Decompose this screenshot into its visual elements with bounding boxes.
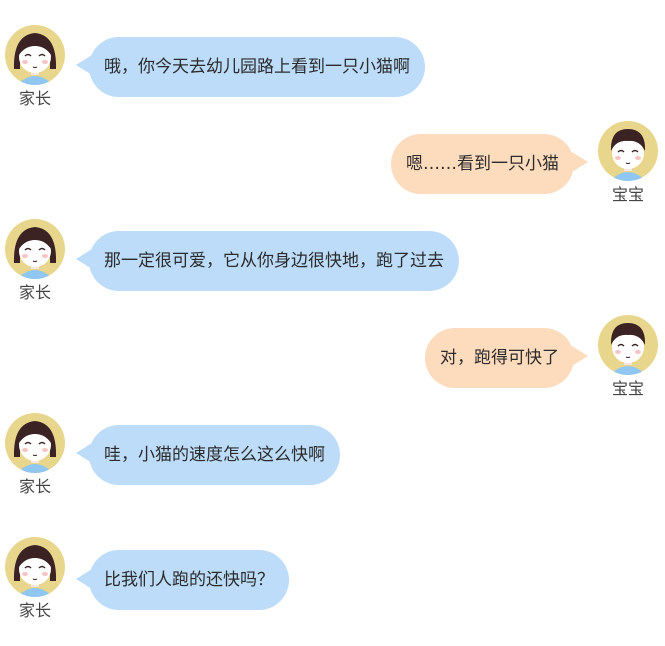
boy-avatar-icon xyxy=(598,315,658,375)
chat-bubble: 哇，小猫的速度怎么这么快啊 xyxy=(89,425,340,485)
chat-bubble: 对，跑得可快了 xyxy=(425,328,574,388)
girl-avatar-icon xyxy=(5,219,65,279)
child-avatar-group: 宝宝 xyxy=(598,121,658,205)
chat-bubble: 比我们人跑的还快吗？ xyxy=(89,550,289,610)
parent-avatar-group: 家长 xyxy=(5,219,65,303)
chat-bubble: 哦，你今天去幼儿园路上看到一只小猫啊 xyxy=(89,37,425,97)
child-avatar-group: 宝宝 xyxy=(598,315,658,399)
speaker-name: 家长 xyxy=(18,601,51,620)
girl-avatar-icon xyxy=(5,25,65,85)
speaker-name: 宝宝 xyxy=(611,379,644,398)
speaker-name: 家长 xyxy=(18,283,51,302)
girl-avatar-icon xyxy=(5,537,65,597)
speaker-name: 宝宝 xyxy=(611,185,644,204)
bubble-tail xyxy=(572,346,588,366)
speaker-name: 家长 xyxy=(18,89,51,108)
parent-avatar-group: 家长 xyxy=(5,537,65,621)
parent-avatar-group: 家长 xyxy=(5,25,65,109)
girl-avatar-icon xyxy=(5,413,65,473)
chat-bubble: 嗯……看到一只小猫 xyxy=(391,134,574,194)
parent-avatar-group: 家长 xyxy=(5,413,65,497)
speaker-name: 家长 xyxy=(18,477,51,496)
chat-bubble: 那一定很可爱，它从你身边很快地，跑了过去 xyxy=(89,231,459,291)
bubble-tail xyxy=(572,152,588,172)
boy-avatar-icon xyxy=(598,121,658,181)
